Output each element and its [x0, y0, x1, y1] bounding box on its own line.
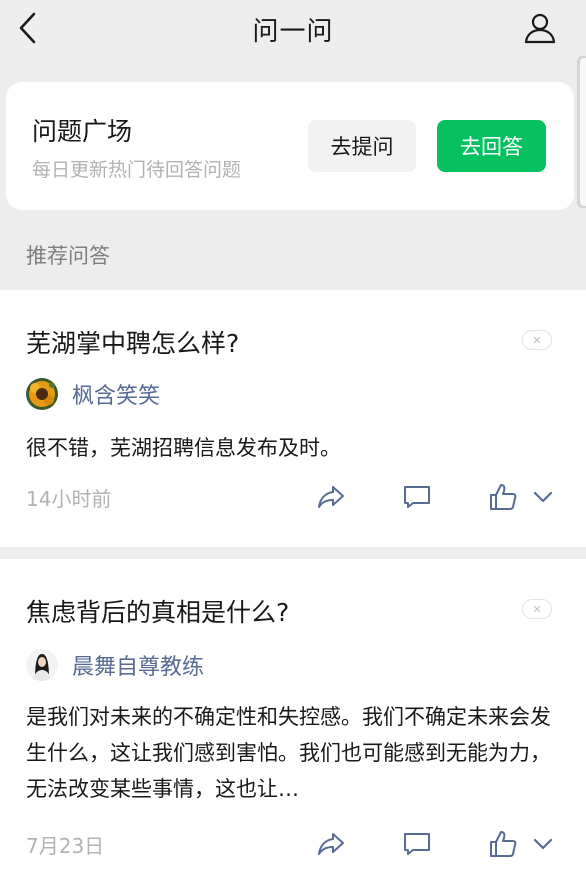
- top-navigation-bar: 问一问: [0, 0, 586, 58]
- post-time: 14小时前: [26, 487, 112, 511]
- chevron-down-icon: [533, 491, 553, 503]
- close-icon: ✕: [532, 602, 542, 616]
- qa-card[interactable]: 焦虑背后的真相是什么? ✕ 晨舞自尊教练 是我们对未来的不确定性和失控感。我们不…: [0, 559, 586, 886]
- question-square-card: 问题广场 每日更新热门待回答问题 去提问 去回答: [6, 82, 574, 210]
- author-name[interactable]: 晨舞自尊教练: [72, 649, 204, 681]
- share-icon: [318, 486, 344, 508]
- comment-icon: [404, 486, 430, 508]
- section-label: 推荐问答: [26, 244, 110, 268]
- user-icon: [524, 13, 556, 44]
- profile-button[interactable]: [520, 8, 560, 48]
- share-button[interactable]: [314, 827, 348, 861]
- go-answer-button[interactable]: 去回答: [437, 120, 546, 172]
- comment-icon: [404, 833, 430, 855]
- post-time: 7月23日: [26, 834, 105, 858]
- more-options-button[interactable]: [526, 480, 560, 514]
- close-icon: ✕: [532, 333, 542, 347]
- thumbs-up-icon: [490, 831, 517, 857]
- page-title: 问一问: [252, 16, 334, 47]
- answer-author[interactable]: 晨舞自尊教练: [26, 649, 204, 681]
- dismiss-button[interactable]: ✕: [522, 599, 552, 619]
- like-button[interactable]: [486, 480, 520, 514]
- woman-portrait-avatar[interactable]: [26, 649, 58, 681]
- chevron-left-icon: [19, 12, 36, 44]
- qa-card[interactable]: 芜湖掌中聘怎么样? ✕ 枫含笑笑 很不错，芜湖招聘信息发布及时。 14小时前: [0, 290, 586, 547]
- question-square-subtitle: 每日更新热门待回答问题: [32, 159, 242, 181]
- dismiss-button[interactable]: ✕: [522, 330, 552, 350]
- question-title[interactable]: 焦虑背后的真相是什么?: [26, 593, 289, 629]
- chevron-down-icon: [533, 838, 553, 850]
- comment-button[interactable]: [400, 827, 434, 861]
- more-options-button[interactable]: [526, 827, 560, 861]
- thumbs-up-icon: [490, 484, 517, 510]
- back-button[interactable]: [10, 8, 46, 48]
- question-square-title: 问题广场: [32, 117, 133, 146]
- like-button[interactable]: [486, 827, 520, 861]
- answer-author[interactable]: 枫含笑笑: [26, 378, 160, 410]
- share-button[interactable]: [314, 480, 348, 514]
- answer-text[interactable]: 是我们对未来的不确定性和失控感。我们不确定未来会发生什么，这让我们感到害怕。我们…: [26, 699, 556, 807]
- comment-button[interactable]: [400, 480, 434, 514]
- ask-page: 问一问 问题广场 每日更新热门待回答问题 去提问 去回答 推荐问答 芜湖掌中聘怎…: [0, 0, 586, 886]
- share-icon: [318, 833, 344, 855]
- sunflower-avatar[interactable]: [26, 378, 58, 410]
- ask-question-button[interactable]: 去提问: [308, 120, 416, 172]
- answer-text[interactable]: 很不错，芜湖招聘信息发布及时。: [26, 430, 556, 466]
- scroll-indicator[interactable]: [577, 56, 586, 208]
- author-name[interactable]: 枫含笑笑: [72, 378, 160, 410]
- question-title[interactable]: 芜湖掌中聘怎么样?: [26, 324, 239, 360]
